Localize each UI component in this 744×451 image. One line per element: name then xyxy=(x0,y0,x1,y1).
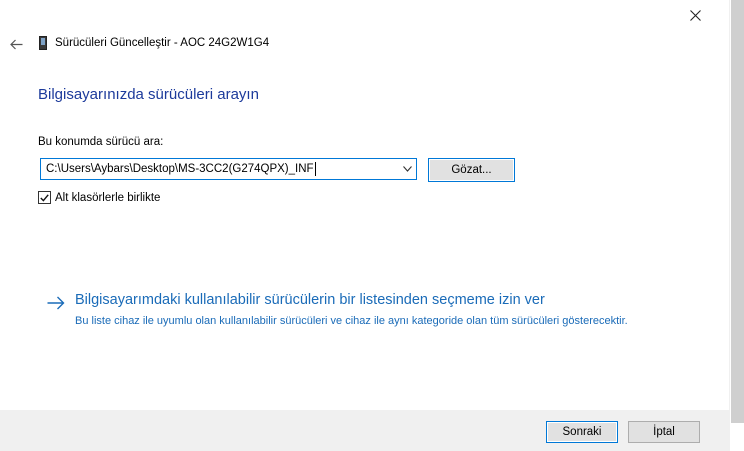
browse-button[interactable]: Gözat... xyxy=(428,158,515,182)
device-icon xyxy=(39,36,47,50)
back-button[interactable] xyxy=(8,36,24,52)
pick-from-list-title[interactable]: Bilgisayarımdaki kullanılabilir sürücüle… xyxy=(75,292,635,308)
include-subfolders-checkbox[interactable] xyxy=(38,191,51,204)
path-dropdown-button[interactable] xyxy=(398,159,416,179)
right-arrow-icon xyxy=(47,296,65,310)
close-button[interactable] xyxy=(680,4,710,26)
checkmark-icon xyxy=(40,193,49,202)
next-button[interactable]: Sonraki xyxy=(546,421,618,443)
text-caret xyxy=(314,162,316,176)
include-subfolders-row[interactable]: Alt klasörlerle birlikte xyxy=(38,191,160,204)
close-icon xyxy=(689,9,701,21)
window-title: Sürücüleri Güncelleştir - AOC 24G2W1G4 xyxy=(55,37,270,49)
path-input[interactable]: C:\Users\Aybars\Desktop\MS-3CC2(G274QPX)… xyxy=(41,162,398,176)
search-location-label: Bu konumda sürücü ara: xyxy=(38,136,164,148)
cancel-button[interactable]: İptal xyxy=(628,421,700,443)
include-subfolders-label: Alt klasörlerle birlikte xyxy=(55,191,161,204)
scrollbar[interactable] xyxy=(729,0,744,451)
pick-from-list-description: Bu liste cihaz ile uyumlu olan kullanıla… xyxy=(75,315,628,327)
footer-bar xyxy=(0,410,729,451)
page-heading: Bilgisayarınızda sürücüleri arayın xyxy=(38,86,259,103)
chevron-down-icon xyxy=(402,166,412,172)
back-arrow-icon xyxy=(9,39,22,49)
path-input-value: C:\Users\Aybars\Desktop\MS-3CC2(G274QPX)… xyxy=(46,163,314,176)
path-combobox[interactable]: C:\Users\Aybars\Desktop\MS-3CC2(G274QPX)… xyxy=(40,158,417,180)
scrollbar-thumb[interactable] xyxy=(731,0,744,423)
update-drivers-window: Sürücüleri Güncelleştir - AOC 24G2W1G4 B… xyxy=(0,0,744,451)
pick-from-list-link[interactable]: Bilgisayarımdaki kullanılabilir sürücüle… xyxy=(47,292,635,329)
